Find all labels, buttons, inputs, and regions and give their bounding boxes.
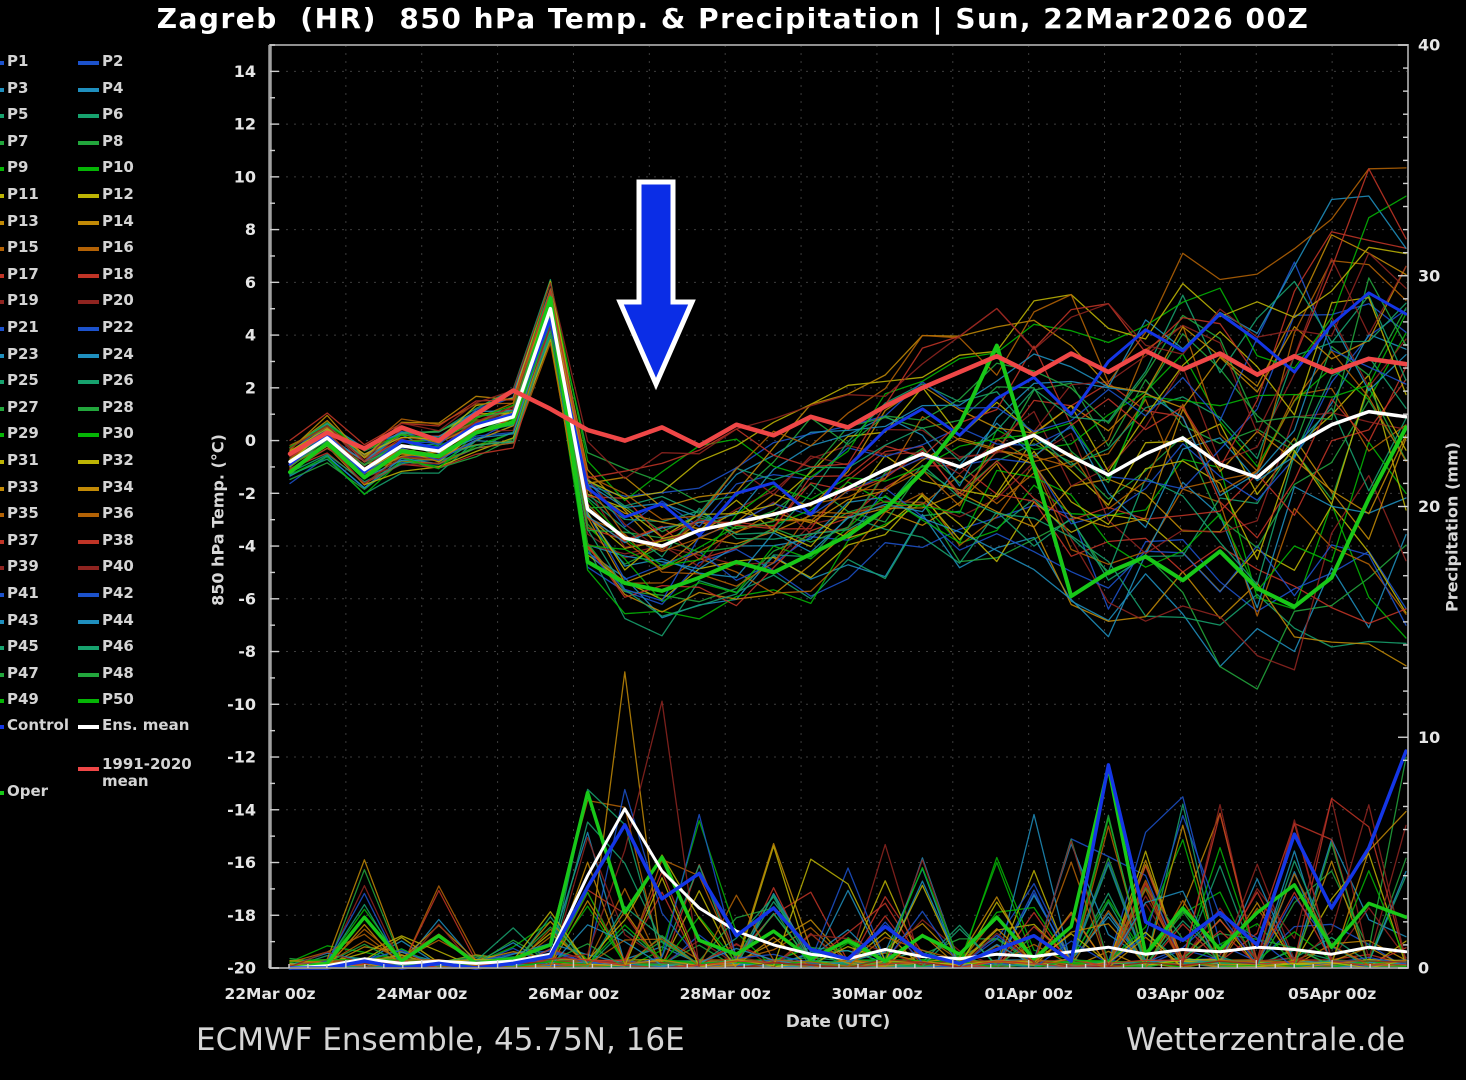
time-tick-label: 01Apr 00z xyxy=(985,985,1073,1003)
precip-tick-label: 20 xyxy=(1418,497,1440,516)
temp-tick-label: -16 xyxy=(227,853,256,872)
temp-tick-label: 4 xyxy=(245,326,256,345)
precip-tick-label: 0 xyxy=(1418,959,1429,978)
time-axis-title: Date (UTC) xyxy=(786,1012,891,1032)
ensemble-member-precip-lines xyxy=(290,672,1406,968)
temp-tick-label: 14 xyxy=(234,62,256,81)
watermark-text: Wetterzentrale.de xyxy=(1126,1022,1405,1058)
temp-tick-label: -18 xyxy=(227,906,256,925)
temp-tick-label: 8 xyxy=(245,220,256,239)
temp-tick-label: 6 xyxy=(245,273,256,292)
temp-axis-title: 850 hPa Temp. (°C) xyxy=(209,434,228,606)
model-info-text: ECMWF Ensemble, 45.75N, 16E xyxy=(196,1022,685,1058)
temp-tick-label: -6 xyxy=(238,589,256,608)
member-temp-line xyxy=(290,261,1406,552)
temp-tick-label: -14 xyxy=(227,800,256,819)
precip-axis-title: Precipitation (mm) xyxy=(1443,442,1462,612)
temp-tick-label: 0 xyxy=(245,431,256,450)
temp-tick-label: 10 xyxy=(234,167,256,186)
member-temp-line xyxy=(290,331,1406,617)
precip-tick-label: 40 xyxy=(1418,36,1440,55)
temp-tick-label: -10 xyxy=(227,695,256,714)
member-temp-line xyxy=(290,322,1406,689)
time-tick-label: 03Apr 00z xyxy=(1136,985,1224,1003)
temp-tick-label: -12 xyxy=(227,748,256,767)
temp-tick-label: -2 xyxy=(238,484,256,503)
grid-lines xyxy=(270,45,1408,968)
temp-tick-label: 12 xyxy=(234,115,256,134)
precip-tick-label: 10 xyxy=(1418,728,1440,747)
time-tick-label: 24Mar 00z xyxy=(376,985,467,1003)
member-temp-line xyxy=(290,343,1406,616)
meteogram-page: Zagreb (HR) 850 hPa Temp. & Precipitatio… xyxy=(0,0,1466,1080)
precip-tick-label: 30 xyxy=(1418,266,1440,285)
down-arrow-annotation xyxy=(620,182,692,384)
temp-tick-label: -8 xyxy=(238,642,256,661)
time-tick-label: 28Mar 00z xyxy=(680,985,771,1003)
plot-frame xyxy=(270,45,1408,968)
member-temp-line xyxy=(290,311,1406,637)
axis-ticks xyxy=(270,45,1408,968)
temp-tick-label: 2 xyxy=(245,378,256,397)
time-tick-label: 30Mar 00z xyxy=(831,985,922,1003)
temp-tick-label: -20 xyxy=(227,959,256,978)
member-temp-line xyxy=(290,258,1406,550)
time-tick-label: 05Apr 00z xyxy=(1288,985,1376,1003)
time-tick-label: 26Mar 00z xyxy=(528,985,619,1003)
time-tick-label: 22Mar 00z xyxy=(224,985,315,1003)
temp-tick-label: -4 xyxy=(238,537,256,556)
